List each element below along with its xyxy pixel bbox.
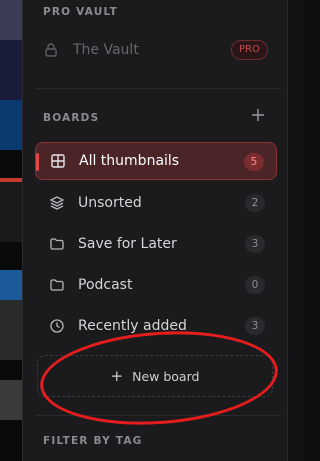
board-count: 3 [245, 235, 265, 253]
board-label: Unsorted [78, 195, 142, 211]
board-item-save-for-later[interactable]: Save for Later 3 [35, 225, 277, 263]
vault-item[interactable]: The Vault [43, 38, 263, 62]
app-screen: PRO VAULT The Vault PRO BOARDS All thumb… [0, 0, 303, 461]
new-board-button[interactable]: + New board [37, 355, 273, 397]
lock-icon [43, 42, 59, 58]
board-count: 3 [245, 317, 265, 335]
active-indicator [36, 153, 39, 171]
right-gutter [288, 0, 303, 461]
board-item-recently-added[interactable]: Recently added 3 [35, 307, 277, 345]
plus-icon: + [110, 367, 124, 385]
grid-icon [50, 153, 66, 169]
folder-icon [49, 277, 65, 293]
board-item-podcast[interactable]: Podcast 0 [35, 266, 277, 304]
board-label: Podcast [78, 277, 133, 293]
pro-vault-title: PRO VAULT [43, 6, 119, 18]
board-label: Recently added [78, 318, 187, 334]
layers-icon [49, 195, 65, 211]
filter-by-tag-title: FILTER BY TAG [43, 435, 143, 447]
pro-badge: PRO [231, 40, 268, 60]
vault-label: The Vault [73, 42, 139, 58]
board-label: All thumbnails [79, 153, 180, 169]
divider [35, 88, 281, 89]
add-board-plus-icon[interactable] [250, 108, 266, 124]
folder-icon [49, 236, 65, 252]
new-board-label: New board [132, 368, 200, 384]
board-count: 0 [245, 276, 265, 294]
board-label: Save for Later [78, 236, 177, 252]
board-count: 2 [245, 194, 265, 212]
board-item-unsorted[interactable]: Unsorted 2 [35, 184, 277, 222]
divider [35, 415, 281, 416]
boards-title: BOARDS [43, 112, 100, 124]
sidebar-panel: PRO VAULT The Vault PRO BOARDS All thumb… [22, 0, 288, 461]
board-item-all-thumbnails[interactable]: All thumbnails 5 [35, 142, 277, 180]
clock-icon [49, 318, 65, 334]
board-count: 5 [244, 153, 264, 171]
